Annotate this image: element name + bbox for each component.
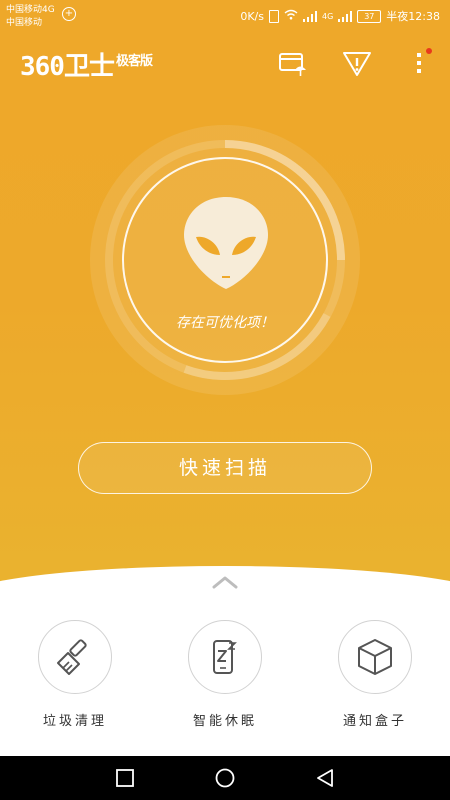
tool-junk-clean[interactable]: 垃圾清理	[25, 620, 125, 729]
clock: 半夜12:38	[386, 10, 440, 23]
triangle-back-icon[interactable]	[315, 768, 335, 788]
scan-status-text: 存在可优化项！	[176, 315, 274, 331]
battery-icon: 37	[357, 9, 382, 23]
square-recents-icon[interactable]	[115, 768, 135, 788]
plus-circle-icon: +	[62, 7, 76, 21]
box-icon[interactable]	[338, 620, 412, 694]
logo-sub: 极客版	[115, 54, 153, 69]
logo-main: 360卫士	[20, 52, 115, 82]
alien-head-icon	[184, 197, 268, 289]
network-type: 4G	[322, 11, 334, 21]
phone-sleep-icon[interactable]	[188, 620, 262, 694]
app-logo: 360卫士 极客版	[20, 46, 153, 83]
signal-icon	[303, 10, 317, 22]
tool-label: 智能休眠	[192, 714, 257, 729]
app-screen: 中国移动4G 中国移动 + 0K/s 4G 37 半夜12:38 360卫士 极客…	[0, 0, 450, 756]
carrier-line-1: 中国移动4G	[6, 5, 55, 15]
notification-dot	[426, 48, 432, 54]
tool-label: 垃圾清理	[42, 714, 107, 729]
status-bar: 中国移动4G 中国移动 + 0K/s 4G 37 半夜12:38	[0, 0, 450, 34]
broom-icon[interactable]	[38, 620, 112, 694]
warning-filter-icon[interactable]	[342, 48, 372, 78]
carrier-line-2: 中国移动	[6, 18, 43, 28]
tool-smart-sleep[interactable]: 智能休眠	[175, 620, 275, 729]
system-nav-bar	[0, 756, 450, 800]
chevron-up-icon[interactable]	[210, 574, 240, 590]
wifi-icon	[284, 9, 298, 23]
vibrate-icon	[269, 9, 279, 23]
circle-home-icon[interactable]	[215, 768, 235, 788]
signal-icon-2	[338, 10, 353, 22]
wallet-umbrella-icon[interactable]	[278, 48, 308, 78]
tool-label: 通知盒子	[342, 714, 407, 729]
tool-notification-box[interactable]: 通知盒子	[325, 620, 425, 729]
app-header: 360卫士 极客版	[0, 38, 450, 86]
quick-scan-button[interactable]: 快速扫描	[78, 442, 372, 494]
carrier-info: 中国移动4G 中国移动	[6, 4, 55, 30]
status-indicators: 0K/s 4G 37 半夜12:38	[240, 8, 440, 24]
network-speed: 0K/s	[240, 9, 264, 23]
